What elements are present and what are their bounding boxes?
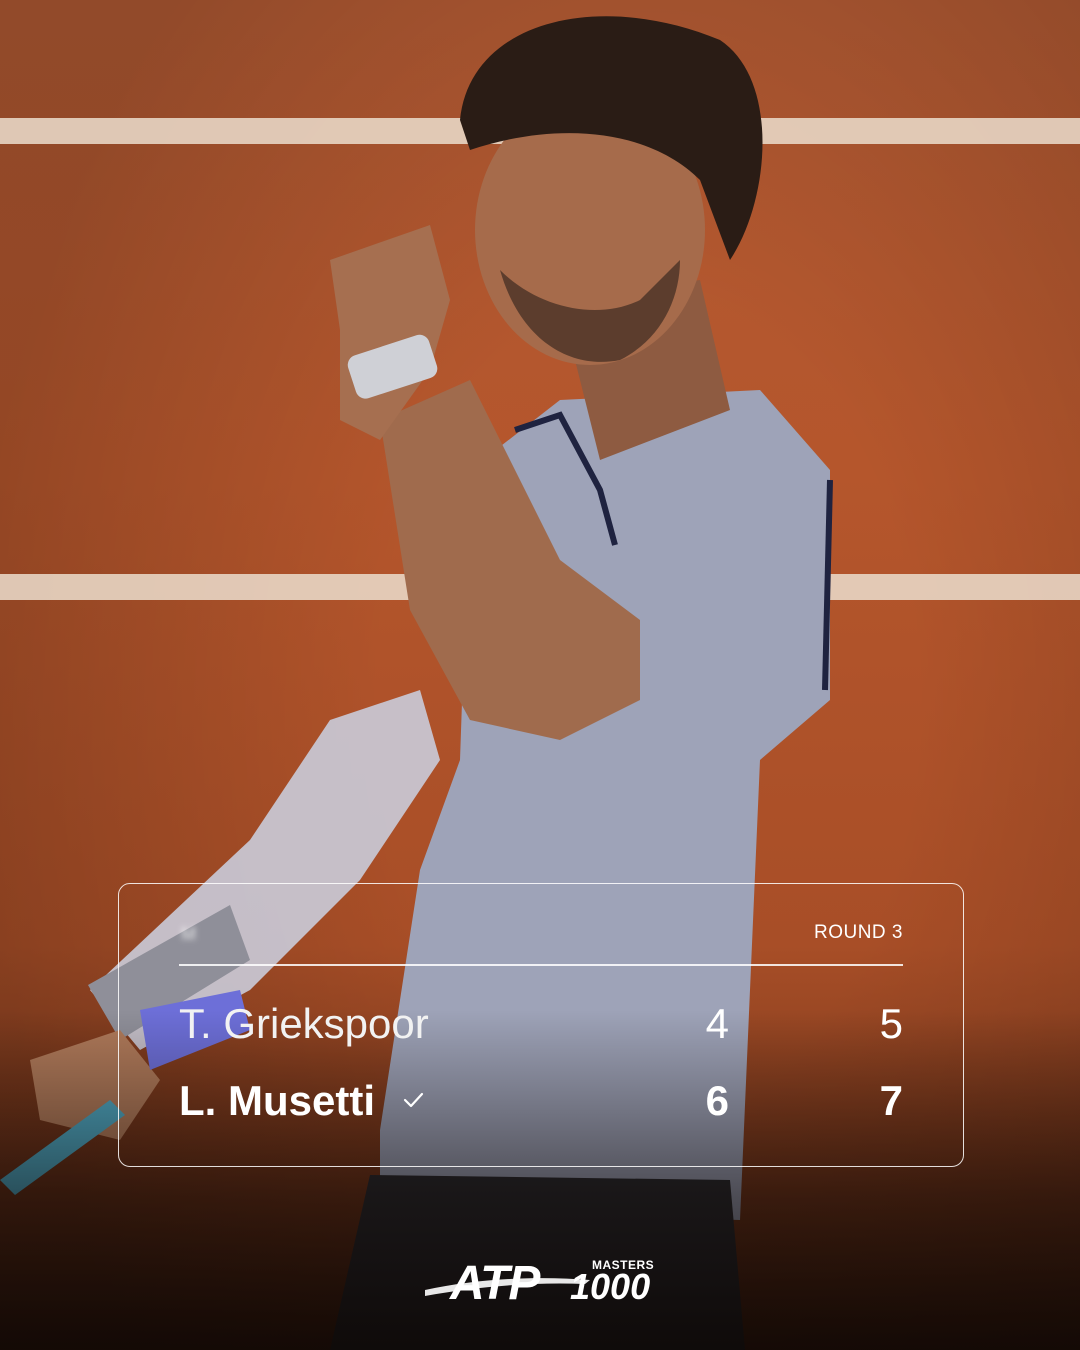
event-name: M (181, 924, 197, 944)
set-2-score: 5 (879, 1000, 903, 1047)
round-label: ROUND 3 (813, 922, 903, 943)
checkmark-icon (403, 1092, 424, 1108)
scoreboard-card: M ROUND 3 T. Griekspoor 4 5 L. Musetti 6… (118, 883, 964, 1167)
divider (179, 964, 903, 966)
logo-atp-text: ATP (450, 1257, 540, 1310)
set-1-score: 4 (705, 1000, 729, 1047)
atp-masters-1000-logo: ATP MASTERS 1000 (420, 1250, 660, 1310)
set-1-score: 6 (705, 1077, 729, 1124)
player-name: T. Griekspoor (179, 1000, 429, 1047)
player-row-griekspoor: T. Griekspoor 4 5 (179, 999, 903, 1049)
logo-1000-text: 1000 (570, 1266, 651, 1307)
player-name: L. Musetti (179, 1077, 375, 1124)
set-2-score: 7 (879, 1077, 903, 1124)
player-row-musetti: L. Musetti 6 7 (179, 1076, 903, 1126)
